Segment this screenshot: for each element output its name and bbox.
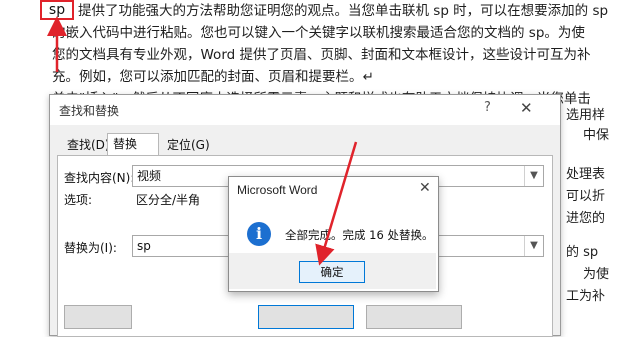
message-title: Microsoft Word bbox=[237, 183, 318, 197]
help-button[interactable]: ? bbox=[484, 100, 491, 115]
close-icon[interactable]: ✕ bbox=[419, 180, 431, 196]
ok-button[interactable]: 确定 bbox=[299, 261, 365, 283]
doc-line-2: 的嵌入代码中进行粘贴。您也可以键入一个关键字以联机搜索最适合您的文档的 sp。为… bbox=[52, 25, 585, 41]
doc-line-3: 您的文档具有专业外观，Word 提供了页眉、页脚、封面和文本框设计，这些设计可互… bbox=[52, 47, 591, 63]
doc-line-1: 提供了功能强大的方法帮助您证明您的观点。当您单击联机 sp 时，可以在想要添加的… bbox=[78, 3, 609, 19]
highlighted-sp-word: sp bbox=[40, 0, 74, 20]
find-label: 查找内容(N): bbox=[64, 171, 135, 185]
dialog-titlebar[interactable]: 查找和替换 ? ✕ bbox=[50, 95, 560, 125]
tab-replace[interactable]: 替换(P) bbox=[107, 133, 159, 171]
doc-fragment: 的 sp bbox=[566, 245, 599, 260]
find-value: 视频 bbox=[137, 169, 162, 183]
doc-fragment: 为使 bbox=[583, 267, 610, 282]
doc-fragment: 处理表 bbox=[566, 167, 606, 182]
doc-line-4: 充。例如，您可以添加匹配的封面、页眉和提要栏。↵ bbox=[52, 69, 374, 85]
doc-fragment: 工为补 bbox=[566, 289, 606, 304]
replace-value: sp bbox=[137, 239, 151, 253]
tab-goto[interactable]: 定位(G) bbox=[162, 135, 215, 155]
doc-fragment: 选用样 bbox=[566, 108, 606, 123]
info-icon: i bbox=[247, 222, 271, 246]
doc-fragment: 进您的 bbox=[566, 211, 606, 226]
dialog-title: 查找和替换 bbox=[59, 104, 120, 118]
options-value: 区分全/半角 bbox=[136, 193, 201, 207]
message-titlebar[interactable]: Microsoft Word ✕ bbox=[229, 177, 438, 203]
chevron-down-icon[interactable]: ▼ bbox=[524, 166, 543, 186]
replace-label: 替换为(I): bbox=[64, 241, 117, 255]
options-label: 选项: bbox=[64, 193, 93, 207]
chevron-down-icon[interactable]: ▼ bbox=[524, 236, 543, 256]
message-text: 全部完成。完成 16 处替换。 bbox=[285, 228, 434, 242]
message-box: Microsoft Word ✕ i 全部完成。完成 16 处替换。 确定 bbox=[228, 176, 439, 292]
close-icon[interactable]: ✕ bbox=[520, 99, 533, 117]
doc-fragment: 可以折 bbox=[566, 189, 606, 204]
doc-fragment: 中保 bbox=[583, 128, 610, 143]
